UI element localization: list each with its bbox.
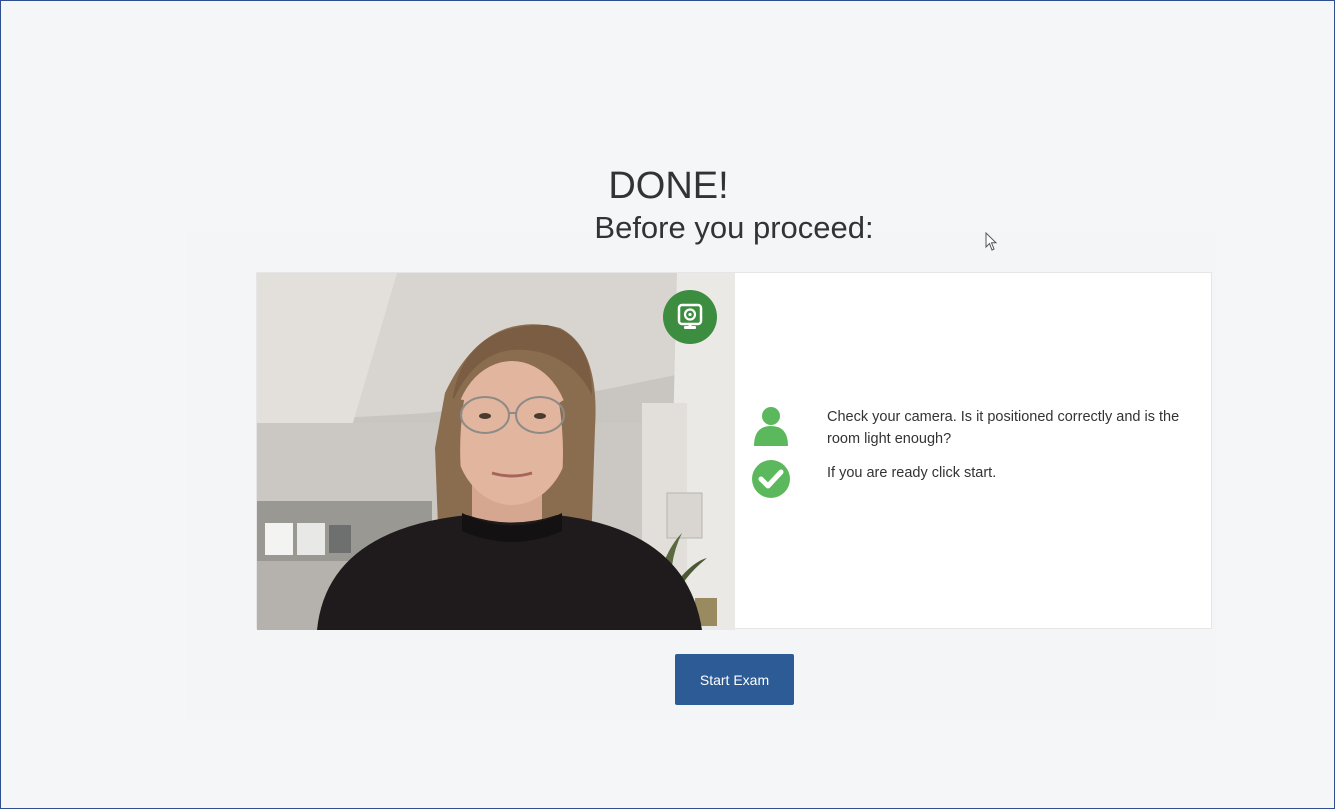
- instruction-texts: Check your camera. Is it positioned corr…: [827, 406, 1207, 496]
- webcam-icon: [677, 303, 703, 329]
- check-circle-icon: [752, 460, 790, 498]
- page-subtitle: Before you proceed:: [594, 210, 874, 245]
- camera-feed-image: [257, 273, 735, 630]
- instructions-panel: Check your camera. Is it positioned corr…: [735, 273, 1213, 630]
- camera-preview: [257, 273, 735, 630]
- camera-status-badge: [663, 290, 717, 344]
- page-title: DONE!: [608, 165, 729, 207]
- mouse-cursor-icon: [985, 232, 998, 251]
- exam-setup-window: DONE! Before you proceed: Check your cam…: [0, 0, 1335, 809]
- instruction-icons: [751, 406, 791, 504]
- camera-check-card: Check your camera. Is it positioned corr…: [256, 272, 1213, 630]
- instruction-camera-check: Check your camera. Is it positioned corr…: [827, 409, 1180, 447]
- instruction-ready: If you are ready click start.: [827, 465, 997, 481]
- person-icon: [754, 407, 788, 446]
- start-exam-button[interactable]: Start Exam: [675, 654, 794, 705]
